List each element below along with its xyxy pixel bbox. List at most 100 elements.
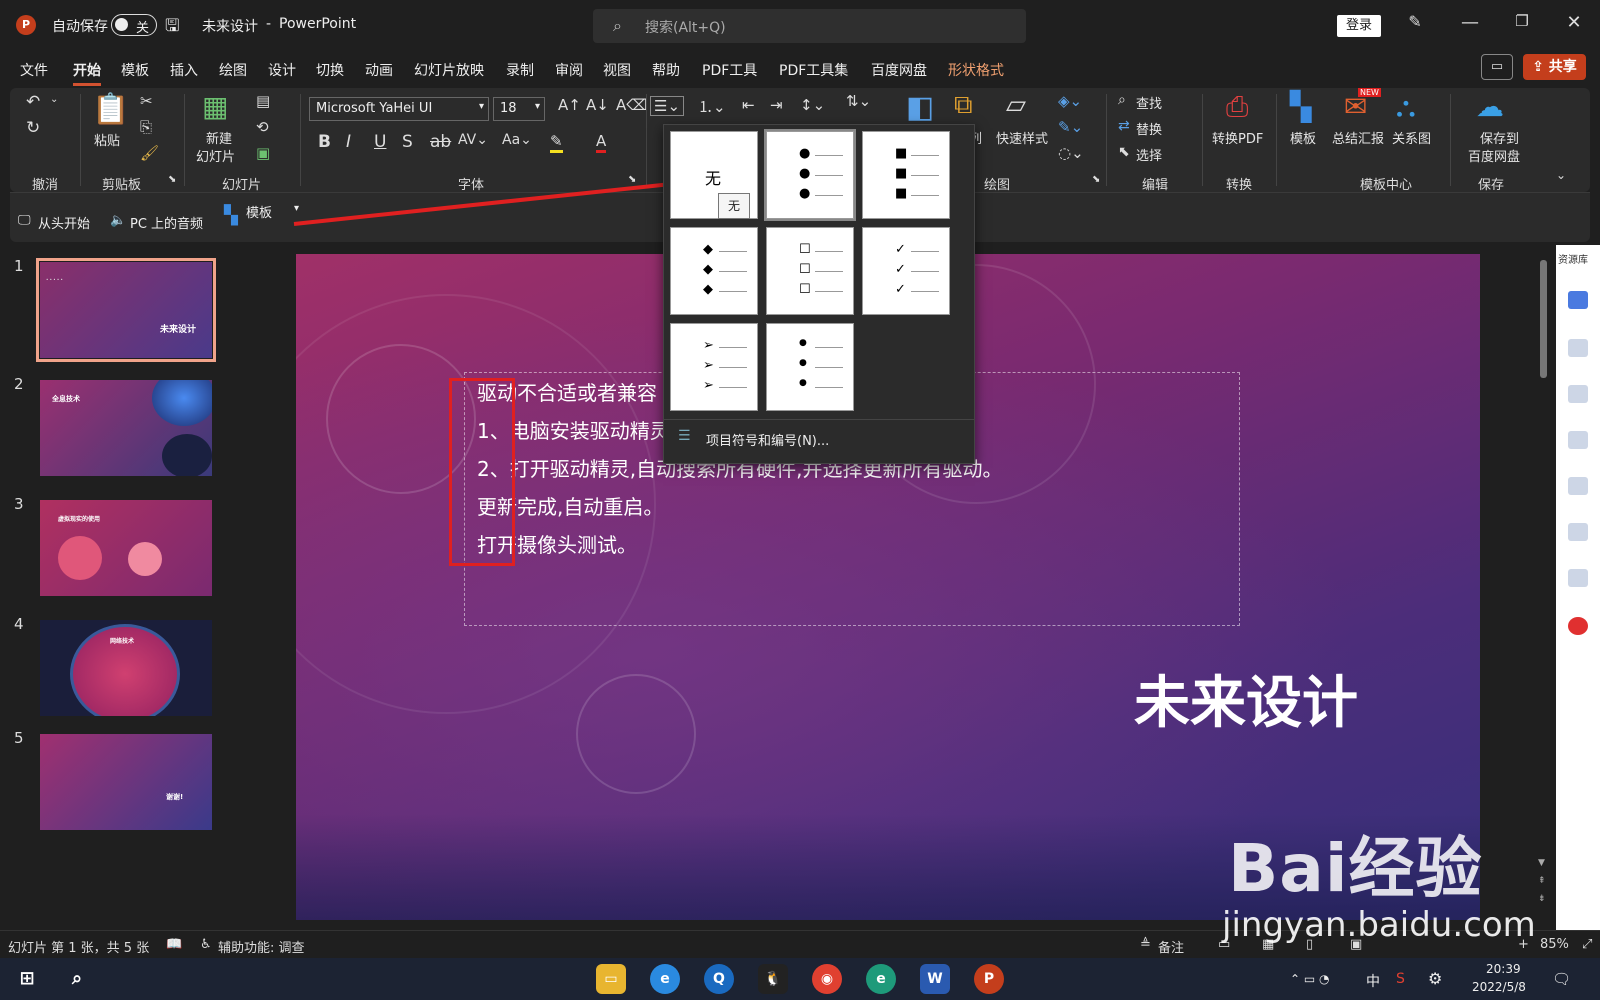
find-icon[interactable]: ⌕ [1118,92,1126,108]
from-start-icon[interactable]: 🖵 [18,213,31,228]
slide-thumbnail-2[interactable]: 全息技术 [40,380,212,476]
template-qat-button[interactable]: 模板 [246,202,272,221]
highlight-icon[interactable]: ✎ [550,132,563,153]
undo-dropdown-icon[interactable]: ⌄ [50,94,58,105]
clock-time[interactable]: 20:39 [1486,962,1521,976]
accessibility-status[interactable]: 辅助功能: 调查 [218,937,305,956]
pc-audio-button[interactable]: PC 上的音频 [130,213,203,232]
collapse-ribbon-icon[interactable]: ⌄ [1556,168,1566,182]
tab-design[interactable]: 设计 [268,60,296,80]
scroll-down-icon[interactable]: ▼ [1538,858,1545,868]
tab-record[interactable]: 录制 [506,60,534,80]
resource-icon[interactable] [1568,523,1588,541]
browser-icon[interactable]: e [650,964,680,994]
template-label[interactable]: 模板 [1290,128,1316,147]
taskbar-search-icon[interactable]: ⌕ [62,964,92,994]
bullet-option-diamond[interactable]: ◆ ◆ ◆ [670,227,758,315]
pdf-icon[interactable]: ⎙ [1226,90,1248,124]
shapes-icon[interactable]: ◧ [906,90,934,125]
powerpoint-taskbar-icon[interactable]: P [974,964,1004,994]
resource-icon[interactable] [1568,339,1588,357]
save-to-label-2[interactable]: 百度网盘 [1468,146,1520,165]
next-slide-icon[interactable]: ⇟ [1538,894,1546,904]
char-spacing-icon[interactable]: AV⌄ [458,132,488,148]
find-button[interactable]: 查找 [1136,93,1162,112]
bullet-option-small-dot[interactable]: ● ● ● [766,323,854,411]
more-icon[interactable] [1568,569,1588,587]
accessibility-icon[interactable]: ♿ [200,937,212,952]
reset-icon[interactable]: ⟲ [256,118,269,136]
clipboard-launcher-icon[interactable]: ⬊ [168,174,176,185]
font-name-combo[interactable]: Microsoft YaHei UI ▾ [309,97,489,121]
bullets-icon[interactable]: ☰⌄ [650,96,685,116]
undo-icon[interactable]: ↶ [26,92,40,112]
tab-file[interactable]: 文件 [20,60,48,80]
select-icon[interactable]: ⬉ [1118,144,1130,160]
notification-icon[interactable]: 🗨 [1552,970,1571,988]
vertical-scrollbar[interactable]: ▼ ⇞ ⇟ [1536,248,1550,918]
tab-draw[interactable]: 绘图 [219,60,247,80]
save-to-label-1[interactable]: 保存到 [1480,128,1519,147]
resource-icon[interactable] [1568,291,1588,309]
text-direction-icon[interactable]: ⇅⌄ [846,92,871,110]
summary-report-label[interactable]: 总结汇报 [1332,128,1384,147]
pen-icon[interactable]: ✎ [1400,12,1430,31]
slide-thumbnail-1[interactable]: • • • • • 未来设计 [36,258,216,362]
input-method-indicator[interactable]: 中 [1366,971,1380,991]
spellcheck-icon[interactable]: 📖 [166,937,182,952]
resource-icon[interactable] [1568,431,1588,449]
clear-format-icon[interactable]: A⌫ [616,96,647,114]
numbering-icon[interactable]: ⒈⌄ [698,96,726,117]
resource-library-label[interactable]: 资源库 [1558,251,1588,266]
sogou-icon[interactable]: S [1396,971,1405,987]
bullet-option-checkmark[interactable]: ✓ ✓ ✓ [862,227,950,315]
scrollbar-thumb[interactable] [1540,260,1547,378]
arrange-icon[interactable]: ⧉ [954,90,973,121]
settings-gear-icon[interactable]: ⚙ [1428,969,1442,988]
search-app-icon[interactable]: Q [704,964,734,994]
increase-indent-icon[interactable]: ⇥ [770,96,783,114]
section-icon[interactable]: ▣ [256,144,270,162]
change-case-icon[interactable]: Aa⌄ [502,132,532,148]
minimize-icon[interactable]: — [1455,12,1485,33]
select-button[interactable]: 选择 [1136,145,1162,164]
search-box[interactable]: ⌕ 搜索(Alt+Q) [593,9,1026,43]
quick-styles-label[interactable]: 快速样式 [996,128,1048,147]
notes-button[interactable]: 备注 [1158,937,1184,956]
slide-thumbnail-3[interactable]: 虚拟现实的使用 [40,500,212,596]
template-icon[interactable]: ▚ [1290,90,1312,123]
close-icon[interactable]: ✕ [1559,12,1589,33]
bullets-and-numbering-item[interactable]: ☰ 项目符号和编号(N)... [664,425,974,451]
font-color-icon[interactable]: A [596,132,607,153]
quick-styles-icon[interactable]: ▱ [1006,90,1026,120]
drawing-launcher-icon[interactable]: ⬊ [1092,174,1100,185]
line-spacing-icon[interactable]: ↕⌄ [800,96,825,114]
italic-icon[interactable]: I [346,132,351,152]
zoom-level[interactable]: 85% [1540,937,1569,952]
paste-icon[interactable]: 📋 [92,92,129,127]
bullet-option-arrowhead[interactable]: ➢ ➢ ➢ [670,323,758,411]
clock-date[interactable]: 2022/5/8 [1472,980,1526,994]
file-explorer-icon[interactable]: ▭ [596,964,626,994]
shape-fill-icon[interactable]: ◈⌄ [1058,92,1082,110]
edge-icon[interactable]: e [866,964,896,994]
fit-slide-icon[interactable]: ⤢ [1582,937,1592,952]
format-painter-icon[interactable]: 🖌 [140,144,159,162]
shadow-icon[interactable]: S [402,132,413,152]
tab-help[interactable]: 帮助 [652,60,680,80]
tab-transitions[interactable]: 切换 [316,60,344,80]
shape-effects-icon[interactable]: ◌⌄ [1058,144,1084,162]
tab-baidu-netdisk[interactable]: 百度网盘 [871,60,927,80]
tab-home[interactable]: 开始 [73,60,101,86]
relation-chart-label[interactable]: 关系图 [1392,128,1431,147]
new-slide-label-1[interactable]: 新建 [206,128,232,147]
notes-icon[interactable]: ≜ [1140,937,1151,952]
resource-icon[interactable] [1568,385,1588,403]
autosave-toggle[interactable]: 关 [111,14,157,36]
bullet-option-filled-square[interactable]: ■ ■ ■ [862,131,950,219]
tab-insert[interactable]: 插入 [170,60,198,80]
tab-template[interactable]: 模板 [121,60,149,80]
tab-shape-format[interactable]: 形状格式 [948,60,1004,80]
copy-icon[interactable]: ⎘ [140,118,152,136]
shape-outline-icon[interactable]: ✎⌄ [1058,118,1083,136]
